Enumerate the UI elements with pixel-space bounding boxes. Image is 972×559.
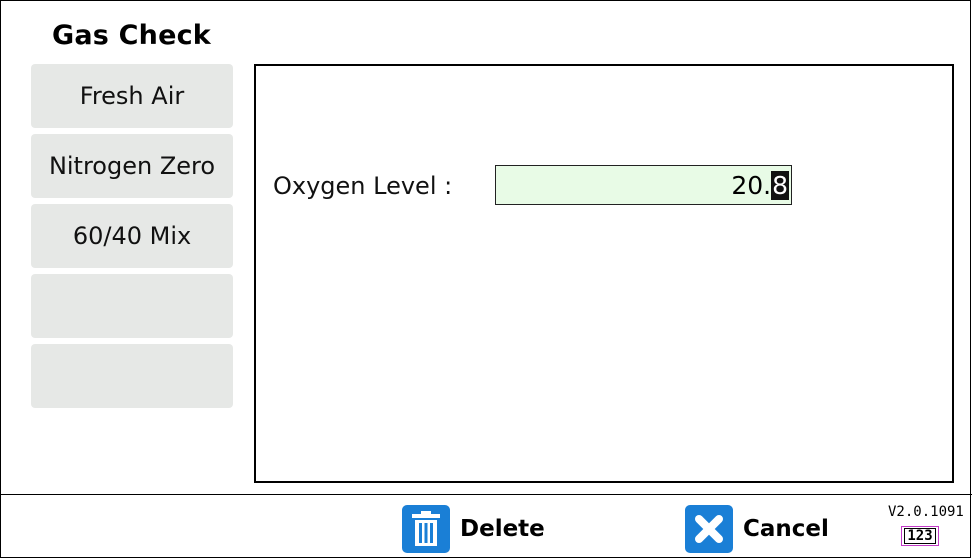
- trash-icon: [402, 505, 450, 553]
- oxygen-value-cursor: 8: [771, 170, 789, 200]
- close-icon: [685, 505, 733, 553]
- delete-label: Delete: [460, 516, 545, 542]
- oxygen-level-input[interactable]: 20. 8: [495, 165, 792, 205]
- oxygen-level-label: Oxygen Level :: [273, 172, 453, 200]
- sidebar-item-nitrogen-zero[interactable]: Nitrogen Zero: [31, 134, 233, 198]
- content-panel: Oxygen Level : 20. 8: [254, 64, 954, 483]
- cancel-button[interactable]: Cancel: [685, 505, 829, 553]
- cancel-label: Cancel: [743, 516, 829, 542]
- delete-button[interactable]: Delete: [402, 505, 545, 553]
- sidebar-item-60-40-mix[interactable]: 60/40 Mix: [31, 204, 233, 268]
- sidebar: Fresh Air Nitrogen Zero 60/40 Mix: [31, 64, 233, 414]
- page-title: Gas Check: [52, 20, 211, 51]
- version-text: V2.0.1091: [888, 504, 964, 520]
- keypad-toggle[interactable]: 123: [901, 526, 939, 546]
- sidebar-item-fresh-air[interactable]: Fresh Air: [31, 64, 233, 128]
- oxygen-value-text: 20.: [731, 170, 772, 200]
- footer-divider: [0, 494, 972, 495]
- keypad-label: 123: [904, 528, 936, 544]
- sidebar-item-empty-2[interactable]: [31, 344, 233, 408]
- sidebar-item-empty-1[interactable]: [31, 274, 233, 338]
